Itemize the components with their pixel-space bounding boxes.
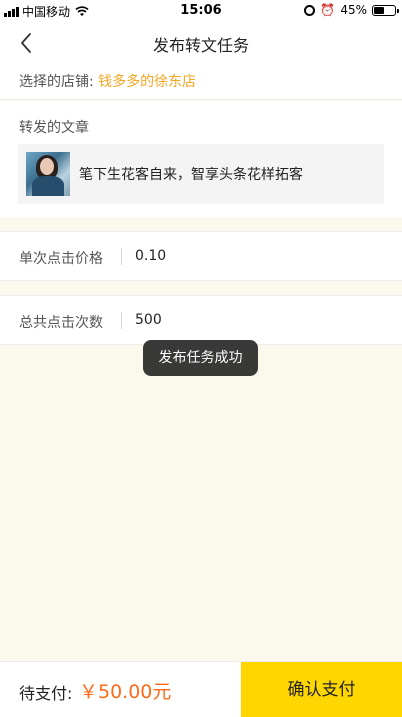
field-divider [121,248,122,265]
rotation-lock-icon [304,4,316,16]
price-label: 单次点击价格 [19,251,103,267]
pay-amount: ￥50.00元 [79,681,172,703]
count-row[interactable]: 总共点击次数 500 [0,295,402,345]
status-bar: 中国移动 15:06 ⏰ 45% [0,0,402,22]
store-name[interactable]: 钱多多的徐东店 [98,74,196,90]
battery-percent: 45% [340,3,367,17]
confirm-pay-button[interactable]: 确认支付 [241,662,402,717]
battery-icon [372,4,399,16]
status-right: ⏰ 45% [304,3,399,17]
battery-fill [374,6,384,14]
count-input[interactable]: 500 [135,312,162,328]
page-title: 发布转文任务 [152,36,249,55]
nav-bar: 发布转文任务 [0,22,402,64]
price-input[interactable]: 0.10 [135,248,166,264]
success-toast: 发布任务成功 [143,340,258,376]
article-section: 转发的文章 笔下生花客自来，智享头条花样拓客 [0,101,402,217]
article-thumbnail [26,152,70,196]
bottom-bar: 待支付: ￥50.00元 确认支付 [0,661,402,717]
article-card[interactable]: 笔下生花客自来，智享头条花样拓客 [18,144,384,204]
field-divider [121,312,122,329]
pay-label: 待支付: [19,684,73,703]
store-label: 选择的店铺: [19,74,94,90]
alarm-icon: ⏰ [320,3,336,17]
price-row[interactable]: 单次点击价格 0.10 [0,231,402,281]
article-section-label: 转发的文章 [19,120,89,136]
article-title: 笔下生花客自来，智享头条花样拓客 [79,167,303,183]
store-row: 选择的店铺: 钱多多的徐东店 [0,64,402,100]
count-label: 总共点击次数 [19,315,103,331]
